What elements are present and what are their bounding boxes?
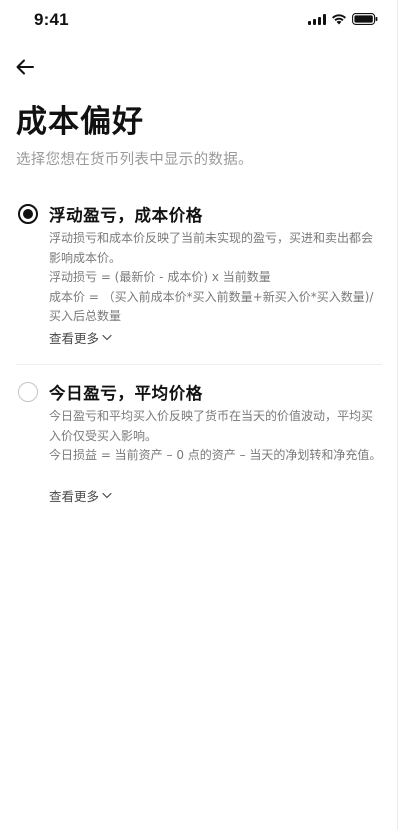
status-bar: 9:41: [0, 0, 398, 44]
page-title: 成本偏好: [16, 104, 144, 140]
back-button[interactable]: [14, 56, 38, 78]
wifi-icon: [332, 14, 346, 25]
arrow-left-icon: [16, 59, 34, 75]
status-icons: [308, 13, 378, 25]
see-more-button[interactable]: 查看更多: [49, 486, 112, 505]
chevron-down-icon: [102, 334, 112, 341]
battery-icon: [352, 13, 378, 25]
chevron-down-icon: [102, 492, 112, 499]
option-description: 今日盈亏和平均买入价反映了货币在当天的价值波动，平均买入价仅受买入影响。 今日损…: [49, 407, 383, 466]
description-line: 成本价 = （买入前成本价*买入前数量+新买入价*买入数量)/买入后总数量: [49, 289, 374, 324]
description-line: 浮动损亏 = (最新价 - 成本价) x 当前数量: [49, 270, 271, 284]
signal-icon: [308, 13, 326, 25]
description-line: 今日损益 = 当前资产 – 0 点的资产 – 当天的净划转和净充值。: [49, 448, 382, 462]
status-time: 9:41: [34, 10, 69, 29]
see-more-label: 查看更多: [49, 489, 100, 504]
option-description: 浮动损亏和成本价反映了当前未实现的盈亏，买进和卖出都会影响成本价。 浮动损亏 =…: [49, 229, 383, 327]
description-line: 今日盈亏和平均买入价反映了货币在当天的价值波动，平均买入价仅受买入影响。: [49, 409, 374, 443]
cost-preference-screen: 9:41 成本偏好 选择您想在货币列表中显示的数据。 浮动盈亏，成本价格 浮动损…: [0, 0, 398, 830]
description-line: 浮动损亏和成本价反映了当前未实现的盈亏，买进和卖出都会影响成本价。: [49, 231, 374, 265]
option-title: 浮动盈亏，成本价格: [49, 206, 203, 225]
divider: [16, 364, 382, 365]
see-more-label: 查看更多: [49, 331, 100, 346]
option-title: 今日盈亏，平均价格: [49, 384, 203, 403]
radio-unselected[interactable]: [18, 382, 38, 402]
page-subtitle: 选择您想在货币列表中显示的数据。: [16, 152, 253, 168]
radio-selected[interactable]: [18, 204, 38, 224]
see-more-button[interactable]: 查看更多: [49, 328, 112, 347]
